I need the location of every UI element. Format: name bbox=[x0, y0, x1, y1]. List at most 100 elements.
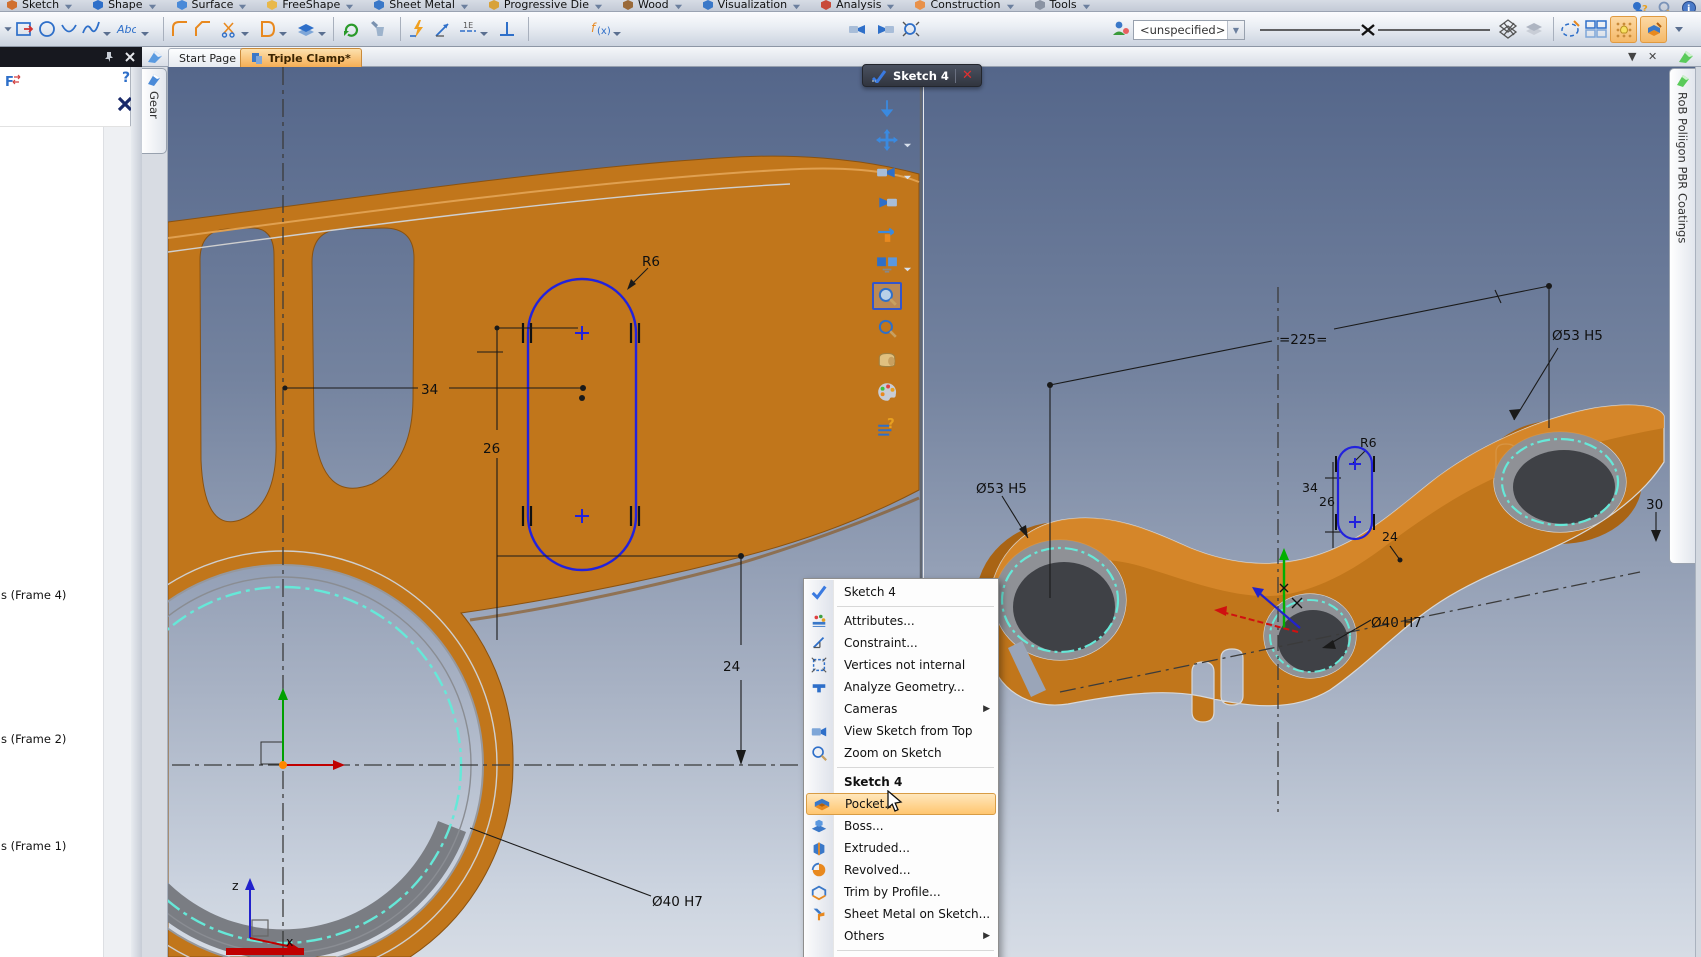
grid-toggle-button[interactable] bbox=[1610, 16, 1637, 43]
part-doc-icon bbox=[251, 52, 263, 65]
tab-triple-clamp[interactable]: Triple Clamp* bbox=[240, 48, 362, 67]
edge-style-preview[interactable] bbox=[1258, 24, 1494, 36]
chevron-down-icon[interactable] bbox=[903, 167, 913, 177]
context-menu-item-cameras[interactable]: Cameras▶ bbox=[804, 698, 998, 720]
context-menu-item-sheet-metal-on-sketch[interactable]: Sheet Metal on Sketch... bbox=[804, 903, 998, 925]
text-tool[interactable]: Abc bbox=[110, 15, 142, 43]
camera-forward-icon[interactable] bbox=[872, 15, 898, 43]
pan-icon[interactable] bbox=[872, 126, 902, 154]
menu-label: Shape bbox=[108, 0, 142, 11]
chevron-down-icon[interactable] bbox=[479, 24, 489, 34]
zoom-icon[interactable] bbox=[872, 314, 902, 342]
offset-tool[interactable] bbox=[293, 15, 319, 43]
materials-side-tab[interactable]: RoB Poliigon PBR Coatings bbox=[1669, 68, 1695, 564]
context-menu-item-trim-by-profile[interactable]: Trim by Profile... bbox=[804, 881, 998, 903]
menu-visualization[interactable]: Visualization bbox=[696, 0, 814, 11]
chevron-down-icon[interactable] bbox=[140, 24, 150, 34]
chevron-down-icon[interactable]: ▼ bbox=[1227, 21, 1244, 39]
document-icon[interactable] bbox=[146, 49, 164, 65]
menu-sketch[interactable]: Sketch bbox=[0, 0, 86, 11]
context-menu-item-revolved[interactable]: Revolved... bbox=[804, 859, 998, 881]
menu-tools[interactable]: Tools bbox=[1028, 0, 1104, 11]
menu-surface[interactable]: Surface bbox=[170, 0, 261, 11]
sketch-floating-toolbar[interactable]: Sketch 4 ✕ bbox=[862, 64, 982, 87]
dimension-tool[interactable]: 1E bbox=[455, 15, 481, 43]
chevron-down-icon[interactable] bbox=[278, 24, 288, 34]
menu-analysis[interactable]: Analysis bbox=[814, 0, 908, 11]
dual-view-icon[interactable] bbox=[872, 250, 902, 278]
context-menu-item-constraint[interactable]: Constraint... bbox=[804, 632, 998, 654]
search-icon[interactable] bbox=[1657, 0, 1673, 11]
material-selector[interactable]: <unspecified> ▼ bbox=[1133, 20, 1245, 40]
perpendicular-tool[interactable] bbox=[494, 15, 520, 43]
tab-close-icon[interactable]: ✕ bbox=[1648, 50, 1657, 63]
spline-tool[interactable] bbox=[78, 15, 104, 43]
render-mode-button[interactable] bbox=[1640, 16, 1667, 43]
palette-icon[interactable] bbox=[872, 378, 902, 406]
function-edit-icon[interactable]: F bbox=[3, 72, 23, 92]
split-view-icon[interactable] bbox=[1583, 15, 1609, 43]
hatch-pattern-icon[interactable] bbox=[1496, 15, 1522, 43]
tree-item-frame[interactable]: s (Frame 4) bbox=[1, 588, 66, 602]
layers-icon[interactable] bbox=[1521, 15, 1547, 43]
context-menu-item-extruded[interactable]: Extruded... bbox=[804, 837, 998, 859]
menu-wood[interactable]: Wood bbox=[616, 0, 696, 11]
help-icon[interactable]: ? bbox=[122, 70, 130, 86]
help-list-icon[interactable]: ? bbox=[872, 414, 902, 442]
context-menu-item-sketch-4[interactable]: Sketch 4 bbox=[804, 581, 998, 603]
constraint-angle-tool[interactable] bbox=[430, 15, 456, 43]
dim-d53-right: Ø53 H5 bbox=[1552, 328, 1603, 344]
move-down-icon[interactable] bbox=[872, 94, 902, 122]
chevron-down-icon[interactable] bbox=[903, 259, 913, 269]
pin-icon[interactable] bbox=[102, 51, 114, 63]
menu-progressive-die[interactable]: Progressive Die bbox=[482, 0, 616, 11]
chevron-down-icon[interactable] bbox=[317, 24, 327, 34]
chevron-down-icon[interactable] bbox=[240, 24, 250, 34]
user-help-icon[interactable]: ? bbox=[1631, 0, 1649, 11]
sketch-slot-3d[interactable] bbox=[1336, 447, 1374, 539]
context-menu-item-view-sketch-from-top[interactable]: View Sketch from Top bbox=[804, 720, 998, 742]
menu-shape[interactable]: Shape bbox=[86, 0, 169, 11]
camera-icon[interactable] bbox=[872, 188, 902, 216]
profile-tool[interactable] bbox=[254, 15, 280, 43]
tab-overflow-icon[interactable]: ▼ bbox=[1628, 50, 1636, 63]
sketch-toolbar-title: Sketch 4 bbox=[893, 69, 949, 83]
pour-tool[interactable] bbox=[366, 15, 392, 43]
context-menu-item-zoom-on-sketch[interactable]: Zoom on Sketch bbox=[804, 742, 998, 764]
attribute-user-icon[interactable] bbox=[1108, 15, 1134, 43]
chevron-down-icon[interactable] bbox=[903, 135, 913, 145]
gear-side-tab[interactable]: Gear bbox=[142, 68, 167, 154]
trim-tool[interactable] bbox=[216, 15, 242, 43]
camera-zoom-icon[interactable] bbox=[898, 15, 924, 43]
chamfer-tool[interactable] bbox=[190, 15, 216, 43]
close-icon[interactable]: ✕ bbox=[962, 68, 973, 83]
camera-filter-icon[interactable] bbox=[872, 158, 902, 186]
chevron-down-icon[interactable] bbox=[612, 24, 622, 34]
panel-splitter[interactable] bbox=[131, 67, 142, 957]
render-style-icon[interactable] bbox=[872, 346, 902, 374]
info-icon[interactable]: i bbox=[1681, 0, 1697, 11]
tree-item-frame[interactable]: s (Frame 2) bbox=[1, 732, 66, 746]
function-tool[interactable]: f(x) bbox=[588, 15, 614, 43]
zoom-window-icon[interactable] bbox=[872, 282, 902, 310]
context-menu-item-vertices-not-internal[interactable]: Vertices not internal bbox=[804, 654, 998, 676]
chevron-down-icon[interactable] bbox=[1674, 24, 1684, 34]
menu-freeshape[interactable]: FreeShape bbox=[260, 0, 367, 11]
construction-ellipse-icon[interactable] bbox=[1558, 15, 1584, 43]
flip-view-icon[interactable] bbox=[872, 218, 902, 246]
update-tool[interactable] bbox=[338, 15, 364, 43]
material-doc-icon[interactable] bbox=[1676, 48, 1696, 66]
context-menu-item-analyze-geometry[interactable]: Analyze Geometry... bbox=[804, 676, 998, 698]
context-menu-item-boss[interactable]: Boss... bbox=[804, 815, 998, 837]
menu-item-label: Sketch 4 bbox=[844, 775, 902, 789]
tab-start-page[interactable]: Start Page bbox=[168, 48, 247, 67]
context-menu-item-attributes[interactable]: Attributes... bbox=[804, 610, 998, 632]
context-menu-item-others[interactable]: Others▶ bbox=[804, 925, 998, 947]
menu-sheet-metal[interactable]: Sheet Metal bbox=[367, 0, 482, 11]
menu-construction[interactable]: Construction bbox=[908, 0, 1027, 11]
close-icon[interactable] bbox=[124, 51, 136, 63]
constraint-auto-tool[interactable] bbox=[405, 15, 431, 43]
menu-item-label: Cameras bbox=[844, 702, 897, 716]
camera-back-icon[interactable] bbox=[845, 15, 871, 43]
tree-item-frame[interactable]: s (Frame 1) bbox=[1, 839, 66, 853]
